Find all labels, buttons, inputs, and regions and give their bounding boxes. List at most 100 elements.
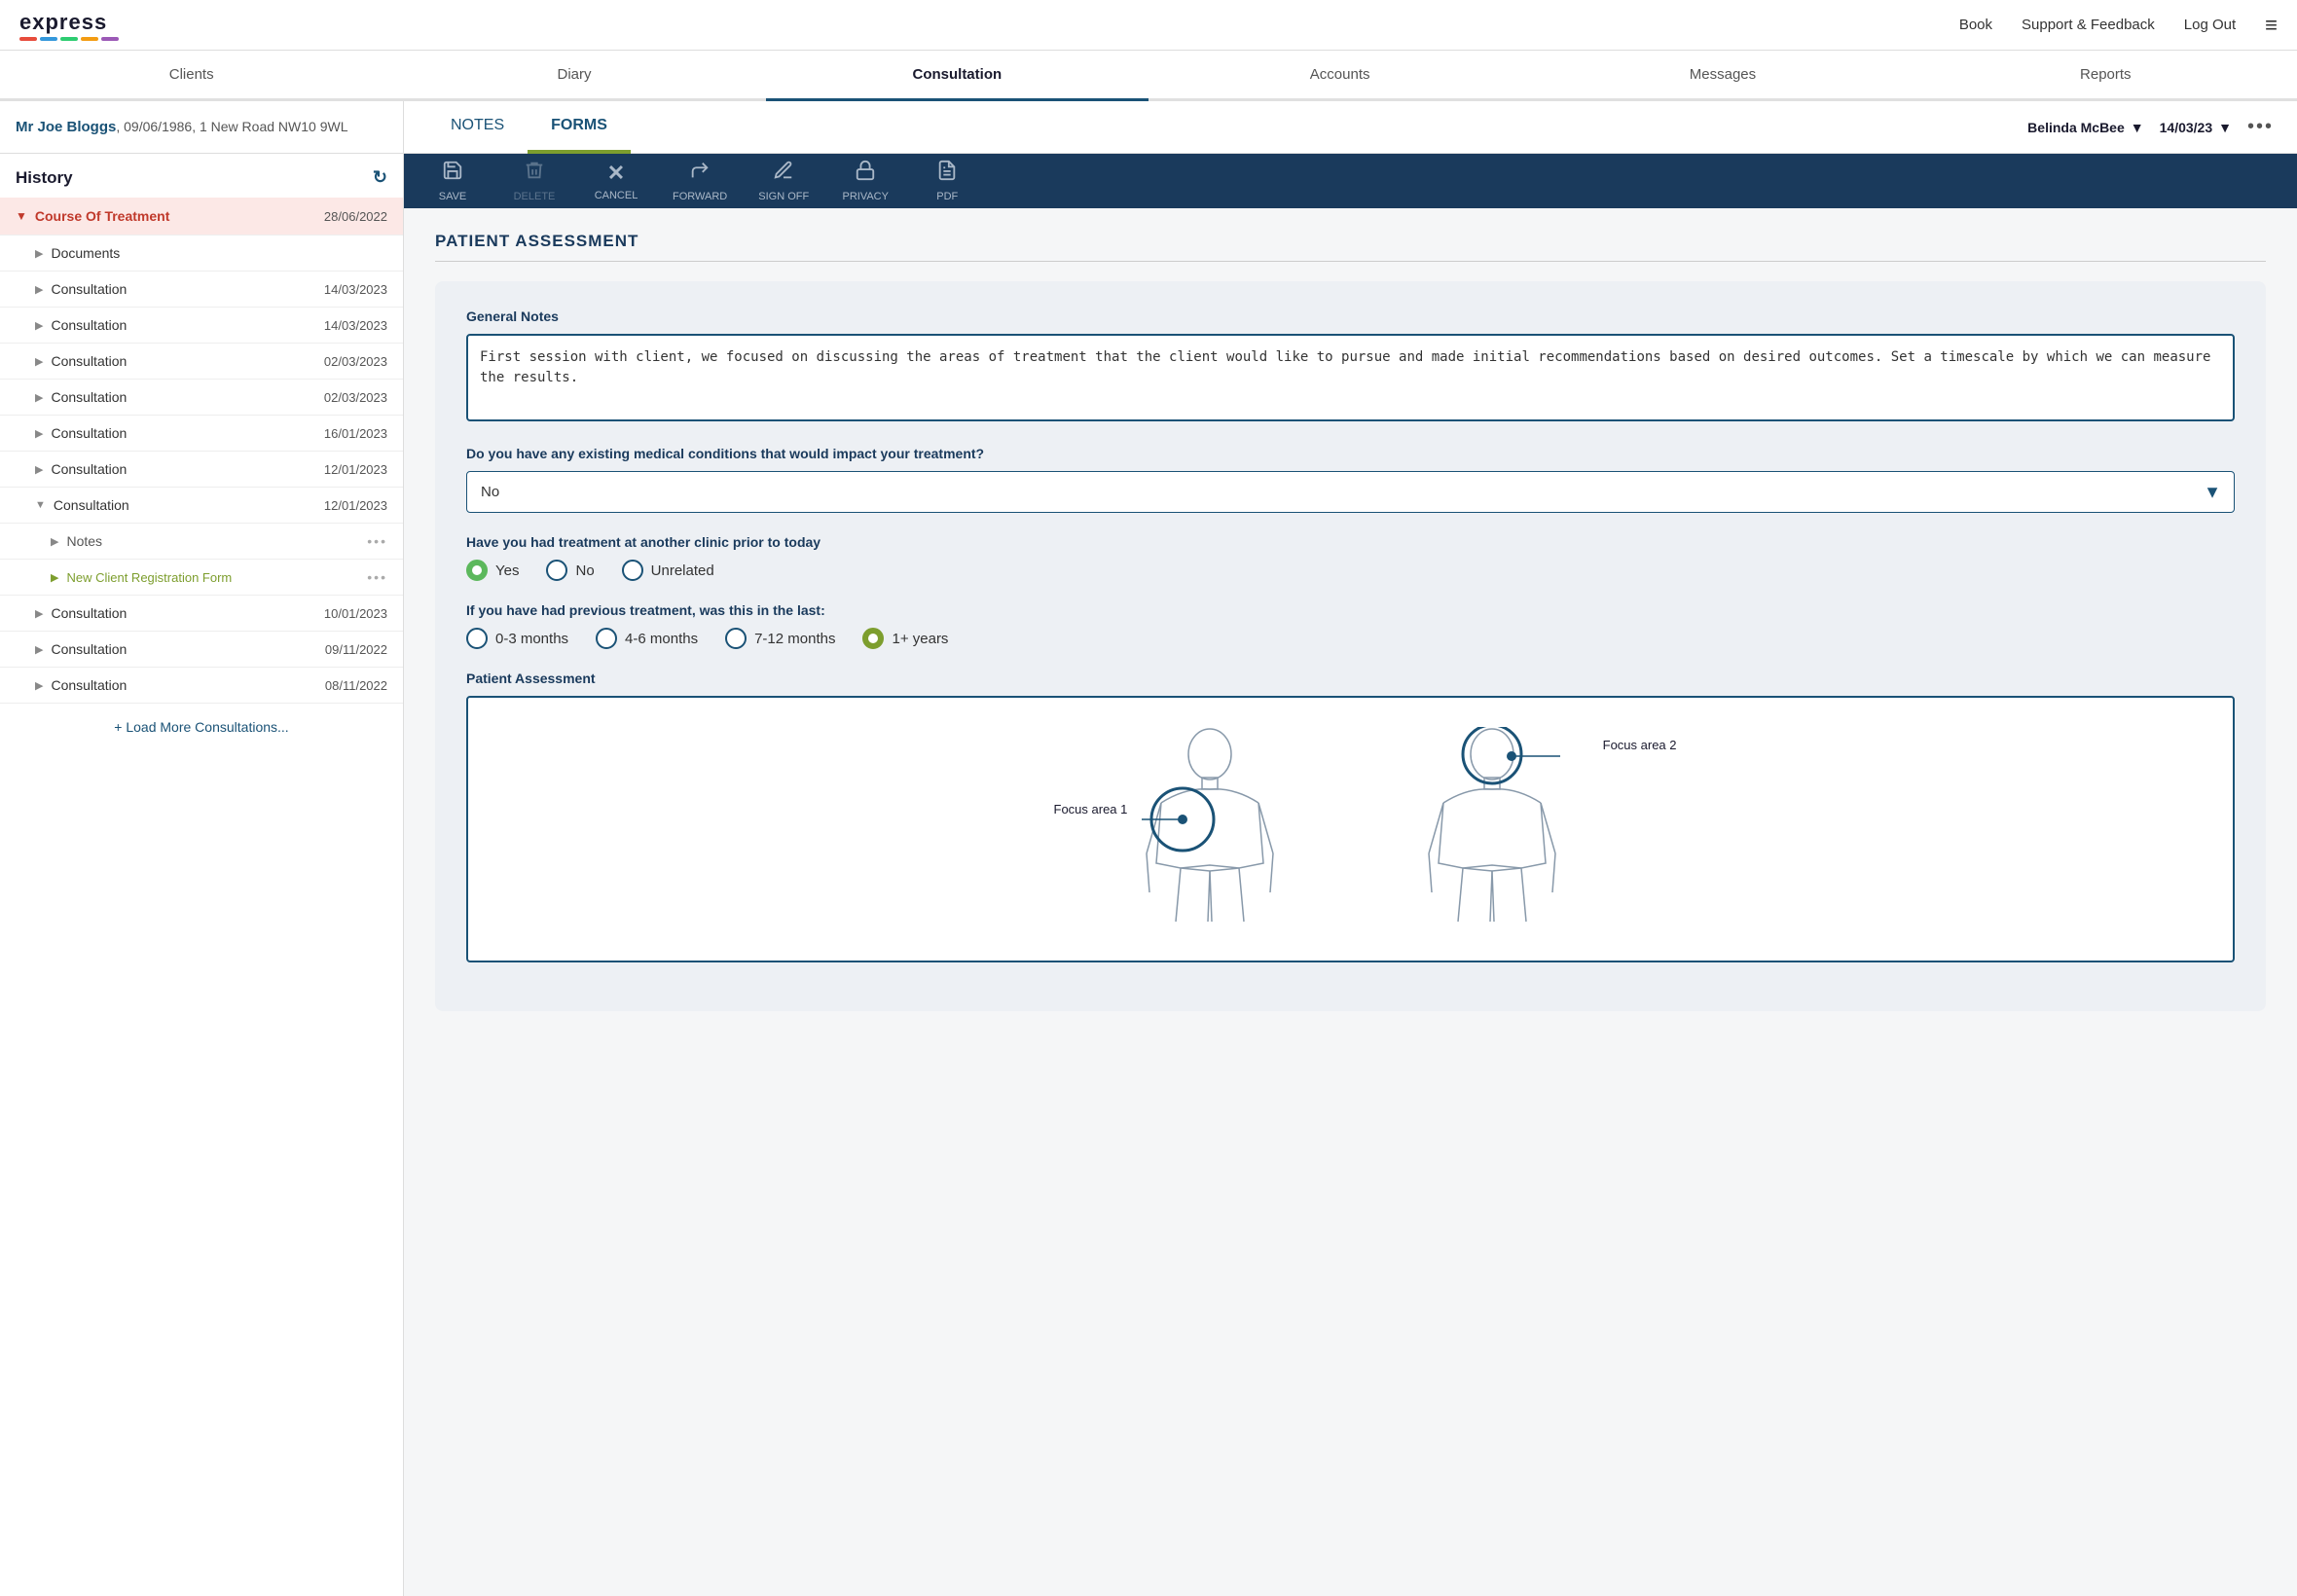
logo-bar-blue xyxy=(40,37,57,41)
arrow-right-icon: ▶ xyxy=(35,247,43,260)
more-options-icon[interactable]: ••• xyxy=(2247,116,2274,138)
radio-0-3[interactable]: 0-3 months xyxy=(466,628,568,649)
logout-link[interactable]: Log Out xyxy=(2184,17,2236,33)
consultation-date: 12/01/2023 xyxy=(324,498,387,513)
nav-reports[interactable]: Reports xyxy=(1914,51,2297,101)
logo-bar-purple xyxy=(101,37,119,41)
cancel-icon: ✕ xyxy=(607,161,625,186)
general-notes-label: General Notes xyxy=(466,308,2235,324)
nav-diary[interactable]: Diary xyxy=(383,51,765,101)
tab-notes[interactable]: NOTES xyxy=(427,101,528,154)
history-item-label: Course Of Treatment xyxy=(35,208,169,224)
consultation-date: 02/03/2023 xyxy=(324,354,387,369)
content-tabs: NOTES FORMS xyxy=(427,101,631,153)
book-link[interactable]: Book xyxy=(1959,17,1992,33)
consultation-label: Consultation xyxy=(51,425,127,441)
arrow-right-icon: ▶ xyxy=(35,319,43,332)
privacy-button[interactable]: PRIVACY xyxy=(840,160,891,202)
radio-yes[interactable]: Yes xyxy=(466,560,519,581)
date-selector[interactable]: 14/03/23 ▼ xyxy=(2160,120,2232,135)
nav-clients[interactable]: Clients xyxy=(0,51,383,101)
form-options-icon[interactable]: ••• xyxy=(367,569,387,585)
consultation-label: Consultation xyxy=(51,389,127,405)
consultation-item-1[interactable]: ▶ Consultation 14/03/2023 xyxy=(0,272,403,308)
practitioner-dropdown-icon: ▼ xyxy=(2131,120,2144,135)
focus-area-1-label: Focus area 1 xyxy=(1054,801,1128,816)
previous-treatment-label: Have you had treatment at another clinic… xyxy=(466,534,2235,550)
consultation-item-5[interactable]: ▶ Consultation 16/01/2023 xyxy=(0,416,403,452)
medical-conditions-group: Do you have any existing medical conditi… xyxy=(466,446,2235,513)
patient-details: , 09/06/1986, 1 New Road NW10 9WL xyxy=(116,119,347,134)
arrow-right-icon: ▶ xyxy=(35,679,43,692)
forward-icon xyxy=(689,160,711,187)
forward-button[interactable]: FORWARD xyxy=(673,160,727,202)
radio-0-3-label: 0-3 months xyxy=(495,631,568,647)
body-figure-1 xyxy=(1132,727,1288,931)
general-notes-group: General Notes xyxy=(466,308,2235,424)
consultation-label: Consultation xyxy=(51,641,127,657)
cancel-button[interactable]: ✕ CANCEL xyxy=(591,161,641,201)
consultation-item-8[interactable]: ▶ Consultation 09/11/2022 xyxy=(0,632,403,668)
patient-info: Mr Joe Bloggs, 09/06/1986, 1 New Road NW… xyxy=(0,101,403,154)
consultation-item-3[interactable]: ▶ Consultation 02/03/2023 xyxy=(0,344,403,380)
arrow-right-icon: ▶ xyxy=(35,643,43,656)
save-button[interactable]: SAVE xyxy=(427,160,478,202)
practitioner-selector[interactable]: Belinda McBee ▼ xyxy=(2027,120,2143,135)
arrow-right-icon: ▶ xyxy=(51,535,58,548)
new-client-form-item[interactable]: ▶ New Client Registration Form ••• xyxy=(0,560,403,596)
delete-label: DELETE xyxy=(514,191,556,202)
consultation-item-2[interactable]: ▶ Consultation 14/03/2023 xyxy=(0,308,403,344)
nav-accounts[interactable]: Accounts xyxy=(1148,51,1531,101)
course-of-treatment-item[interactable]: ▼ Course Of Treatment 28/06/2022 xyxy=(0,198,403,236)
body-figure-2 xyxy=(1414,727,1570,931)
date-dropdown-icon: ▼ xyxy=(2218,120,2232,135)
load-more-button[interactable]: + Load More Consultations... xyxy=(0,704,403,750)
pdf-button[interactable]: PDF xyxy=(922,160,972,202)
focus-area-2-label: Focus area 2 xyxy=(1603,737,1677,752)
privacy-icon xyxy=(855,160,876,187)
history-title: History xyxy=(16,168,73,188)
sign-off-button[interactable]: SIGN OFF xyxy=(758,160,809,202)
consultation-item-7[interactable]: ▶ Consultation 10/01/2023 xyxy=(0,596,403,632)
previous-treatment-radio-group: Yes No Unrelated xyxy=(466,560,2235,581)
radio-7-12[interactable]: 7-12 months xyxy=(725,628,835,649)
practitioner-name: Belinda McBee xyxy=(2027,120,2125,135)
radio-no[interactable]: No xyxy=(546,560,594,581)
figure-2: Focus area 2 xyxy=(1414,727,1570,931)
medical-conditions-select[interactable]: No Yes xyxy=(466,471,2235,513)
medical-conditions-label: Do you have any existing medical conditi… xyxy=(466,446,2235,461)
radio-unrelated[interactable]: Unrelated xyxy=(622,560,714,581)
radio-4-6-circle xyxy=(596,628,617,649)
radio-4-6[interactable]: 4-6 months xyxy=(596,628,698,649)
radio-1plus[interactable]: 1+ years xyxy=(862,628,948,649)
documents-item[interactable]: ▶ Documents xyxy=(0,236,403,272)
notes-options-icon[interactable]: ••• xyxy=(367,533,387,549)
arrow-right-icon: ▶ xyxy=(35,355,43,368)
consultation-date: 08/11/2022 xyxy=(325,678,387,693)
consultation-item-9[interactable]: ▶ Consultation 08/11/2022 xyxy=(0,668,403,704)
consultation-date: 14/03/2023 xyxy=(324,282,387,297)
last-treatment-radio-group: 0-3 months 4-6 months 7-12 months 1 xyxy=(466,628,2235,649)
support-link[interactable]: Support & Feedback xyxy=(2022,17,2155,33)
nav-messages[interactable]: Messages xyxy=(1531,51,1914,101)
radio-no-label: No xyxy=(575,562,594,579)
notes-item[interactable]: ▶ Notes ••• xyxy=(0,524,403,560)
hamburger-icon[interactable]: ≡ xyxy=(2265,13,2278,38)
top-bar: express Book Support & Feedback Log Out … xyxy=(0,0,2297,51)
refresh-icon[interactable]: ↻ xyxy=(373,167,387,188)
consultation-item-6[interactable]: ▶ Consultation 12/01/2023 xyxy=(0,452,403,488)
arrow-right-icon: ▶ xyxy=(35,427,43,440)
last-treatment-group: If you have had previous treatment, was … xyxy=(466,602,2235,649)
nav-consultation[interactable]: Consultation xyxy=(766,51,1148,101)
general-notes-input[interactable] xyxy=(466,334,2235,421)
consultation-item-4[interactable]: ▶ Consultation 02/03/2023 xyxy=(0,380,403,416)
figure-container: Focus area 1 xyxy=(488,717,2213,941)
date-value: 14/03/23 xyxy=(2160,120,2213,135)
consultation-item-expanded[interactable]: ▼ Consultation 12/01/2023 xyxy=(0,488,403,524)
medical-conditions-select-wrapper: No Yes ▼ xyxy=(466,471,2235,513)
form-area: PATIENT ASSESSMENT General Notes Do you … xyxy=(404,208,2297,1596)
delete-button: DELETE xyxy=(509,160,560,202)
arrow-right-icon: ▶ xyxy=(35,607,43,620)
tab-forms[interactable]: FORMS xyxy=(528,101,631,154)
body-diagram[interactable]: Focus area 1 xyxy=(466,696,2235,962)
